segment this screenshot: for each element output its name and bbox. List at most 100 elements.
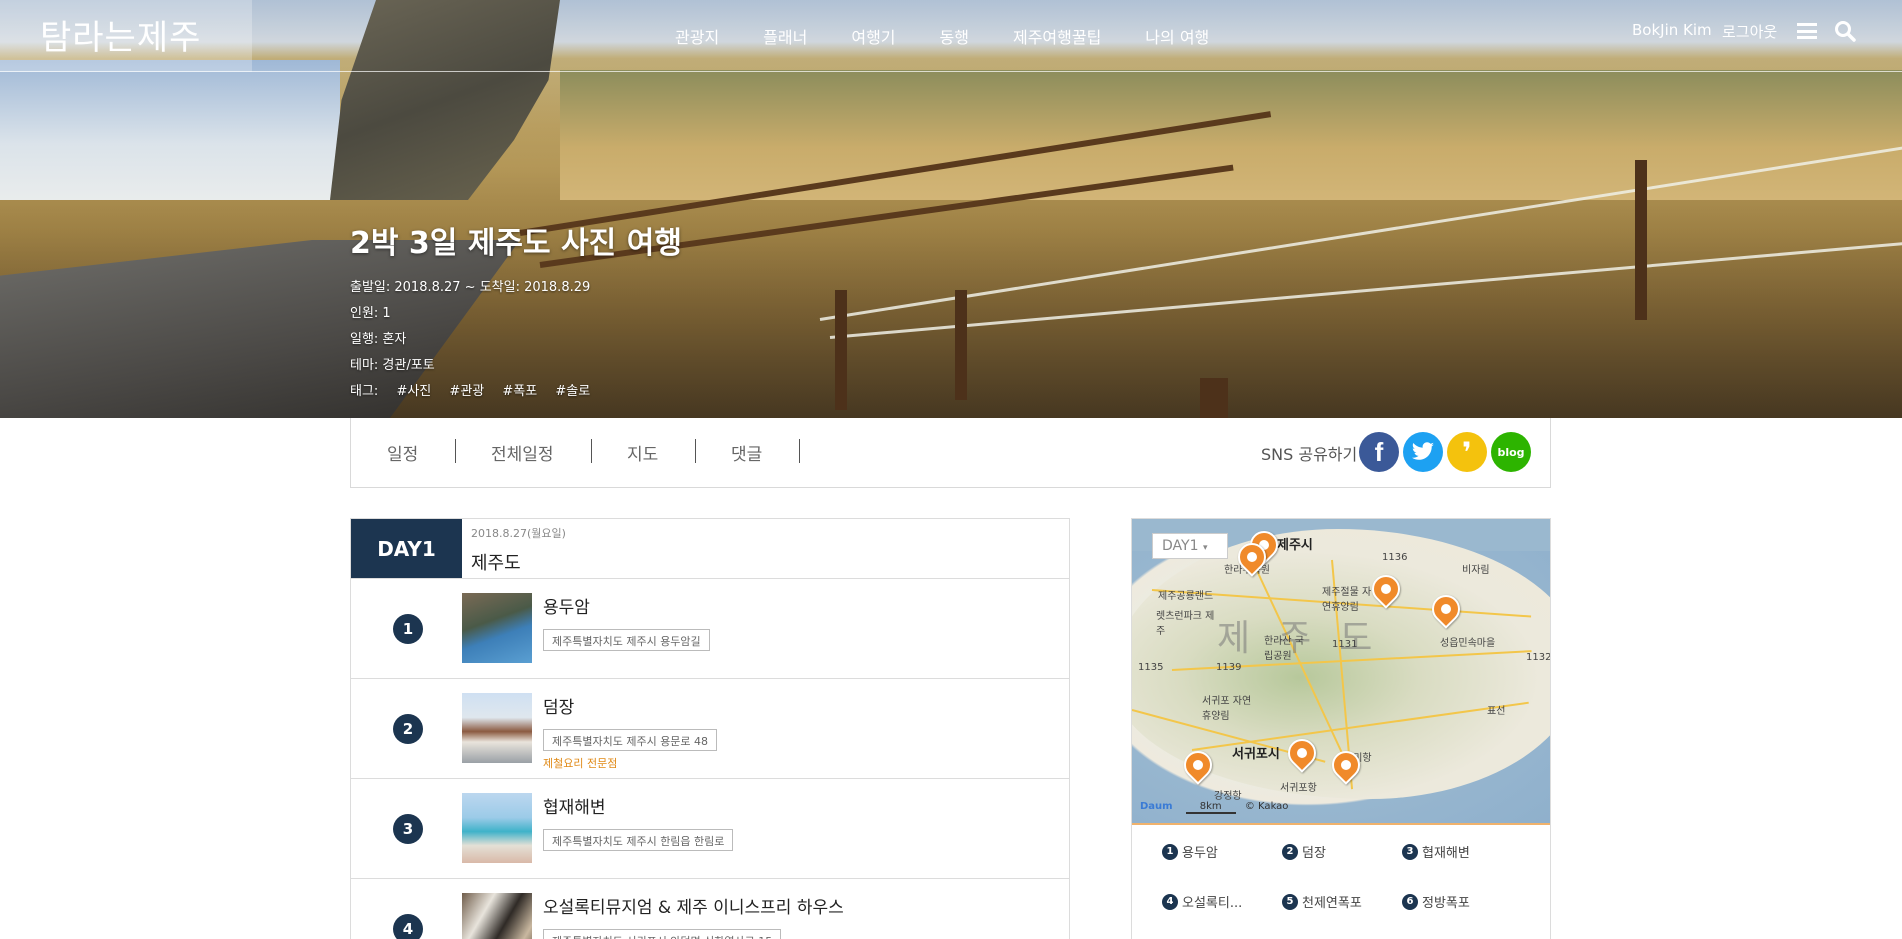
trip-title: 2박 3일 제주도 사진 여행: [350, 226, 682, 261]
map-poi-label: 비자림: [1462, 565, 1490, 576]
map-panel: 제주도 제주시 서귀포시 한라수목원 제주공룡랜드 렛츠런파크 제주 한라산 국…: [1131, 518, 1551, 939]
day-badge[interactable]: DAY1: [351, 519, 462, 579]
map-poi-label: 강정항: [1214, 791, 1242, 802]
legend-label: 천제연폭포: [1302, 896, 1362, 911]
kakaostory-share-icon[interactable]: ❜: [1447, 432, 1487, 472]
nav-item-attractions[interactable]: 관광지: [675, 24, 719, 48]
map-brand: Daum: [1140, 801, 1173, 812]
place-number: 4: [393, 914, 423, 939]
map-legend-item[interactable]: 3 협재해변: [1402, 842, 1470, 861]
legend-number: 1: [1162, 843, 1178, 860]
legend-label: 정방폭포: [1422, 896, 1470, 911]
place-address: 제주특별자치도 서귀포시 안덕면 신화역사로 15: [543, 929, 782, 939]
place-thumbnail[interactable]: [462, 593, 532, 663]
trip-tags: 태그: #사진 #관광 #폭포 #솔로: [350, 380, 590, 399]
map-poi-label: 표선: [1487, 706, 1506, 717]
tag-tour[interactable]: #관광: [449, 384, 484, 399]
legend-number: 6: [1402, 893, 1418, 910]
map-road-number: 1135: [1138, 662, 1164, 673]
tab-divider: [695, 439, 696, 463]
map-day-select[interactable]: DAY1 ▾: [1152, 533, 1228, 559]
nav-item-my-trip[interactable]: 나의 여행: [1145, 24, 1209, 48]
search-icon[interactable]: [1834, 20, 1856, 42]
map-poi-label: 렛츠런파크 제주: [1156, 611, 1215, 637]
place-thumbnail[interactable]: [462, 893, 532, 939]
place-thumbnail[interactable]: [462, 693, 532, 763]
place-address: 제주특별자치도 제주시 한림읍 한림로: [543, 829, 734, 851]
map-divider: [1132, 823, 1550, 825]
hero-post: [1635, 160, 1647, 320]
map-road-number: 1136: [1382, 552, 1408, 563]
map-day-select-value: DAY1: [1162, 538, 1199, 554]
map-legend-item[interactable]: 1 용두암: [1162, 842, 1218, 861]
trip-dates: 출발일: 2018.8.27 ~ 도착일: 2018.8.29: [350, 280, 591, 295]
logout-link[interactable]: 로그아웃: [1722, 21, 1777, 42]
map-poi-label: 서귀포 자연휴양림: [1202, 696, 1252, 722]
map-legend-item[interactable]: 2 덤장: [1282, 842, 1326, 861]
hero-sky: [0, 60, 340, 200]
facebook-share-icon[interactable]: f: [1359, 432, 1399, 472]
map-legend-item[interactable]: 5 천제연폭포: [1282, 892, 1362, 911]
map-city-label: 제주시: [1277, 538, 1313, 553]
twitter-share-icon[interactable]: [1403, 432, 1443, 472]
hero-post: [835, 290, 847, 410]
map-poi-label: 제주공룡랜드: [1158, 591, 1214, 602]
place-number: 3: [393, 814, 423, 844]
site-header: 탐라는제주 관광지 플래너 여행기 동행 제주여행꿀팁 나의 여행 BokJin…: [0, 0, 1902, 72]
nav-item-planner[interactable]: 플래너: [763, 24, 807, 48]
schedule-row[interactable]: 4 오설록티뮤지엄 & 제주 이니스프리 하우스 제주특별자치도 서귀포시 안덕…: [351, 879, 1069, 939]
route-map[interactable]: 제주도 제주시 서귀포시 한라수목원 제주공룡랜드 렛츠런파크 제주 한라산 국…: [1132, 519, 1550, 823]
site-logo[interactable]: 탐라는제주: [40, 10, 201, 59]
tab-full-schedule[interactable]: 전체일정: [491, 440, 554, 465]
blog-share-icon[interactable]: blog: [1491, 432, 1531, 472]
tab-comments[interactable]: 댓글: [731, 440, 762, 465]
map-city-label: 서귀포시: [1232, 747, 1280, 762]
place-thumbnail[interactable]: [462, 793, 532, 863]
map-legend-item[interactable]: 6 정방폭포: [1402, 892, 1470, 911]
place-name[interactable]: 오설록티뮤지엄 & 제주 이니스프리 하우스: [543, 893, 844, 918]
place-name[interactable]: 용두암: [543, 593, 590, 618]
tag-solo[interactable]: #솔로: [555, 384, 590, 399]
schedule-row[interactable]: 3 협재해변 제주특별자치도 제주시 한림읍 한림로: [351, 779, 1069, 879]
map-poi-label: 서귀포항: [1280, 783, 1317, 794]
legend-number: 4: [1162, 893, 1178, 910]
trip-people: 인원: 1: [350, 306, 391, 321]
nav-item-companion[interactable]: 동행: [940, 24, 969, 48]
place-name[interactable]: 협재해변: [543, 793, 606, 818]
tag-waterfall[interactable]: #폭포: [502, 384, 537, 399]
legend-number: 3: [1402, 843, 1418, 860]
place-number: 2: [393, 714, 423, 744]
legend-number: 5: [1282, 893, 1298, 910]
map-legend-item[interactable]: 4 오설록티...: [1162, 892, 1242, 911]
map-road-number: 1139: [1216, 662, 1242, 673]
tag-photo[interactable]: #사진: [396, 384, 431, 399]
chevron-down-icon: ▾: [1202, 543, 1208, 553]
nav-item-travelogue[interactable]: 여행기: [851, 24, 895, 48]
day-region: 제주도: [471, 553, 521, 574]
legend-label: 협재해변: [1422, 846, 1470, 861]
hamburger-menu-icon[interactable]: [1797, 23, 1817, 39]
user-name[interactable]: BokJin Kim: [1632, 21, 1712, 39]
place-note: 제철요리 전문점: [543, 757, 618, 770]
logo-box[interactable]: 탐라는제주: [0, 0, 252, 72]
place-address: 제주특별자치도 제주시 용두암길: [543, 629, 710, 651]
place-address: 제주특별자치도 제주시 용문로 48: [543, 729, 718, 751]
tab-schedule[interactable]: 일정: [387, 440, 418, 465]
day-schedule-panel: DAY1 2018.8.27(월요일) 제주도 1 용두암 제주특별자치도 제주…: [350, 518, 1070, 939]
legend-label: 오설록티...: [1182, 896, 1243, 911]
trip-theme: 테마: 경관/포토: [350, 358, 435, 373]
nav-item-tips[interactable]: 제주여행꿀팁: [1013, 24, 1101, 48]
day-date: 2018.8.27(월요일): [471, 527, 566, 540]
place-name[interactable]: 덤장: [543, 693, 574, 718]
hero-rope: [829, 240, 1902, 339]
tab-divider: [455, 439, 456, 463]
place-number: 1: [393, 614, 423, 644]
sns-share-label: SNS 공유하기: [1261, 445, 1358, 464]
schedule-row[interactable]: 2 덤장 제주특별자치도 제주시 용문로 48 제철요리 전문점: [351, 679, 1069, 779]
detail-tabs-bar: 일정 전체일정 지도 댓글 SNS 공유하기 f ❜ blog: [350, 418, 1551, 488]
tab-divider: [591, 439, 592, 463]
schedule-row[interactable]: 1 용두암 제주특별자치도 제주시 용두암길: [351, 579, 1069, 679]
legend-label: 용두암: [1182, 846, 1218, 861]
tab-map[interactable]: 지도: [627, 440, 658, 465]
legend-label: 덤장: [1302, 846, 1326, 861]
